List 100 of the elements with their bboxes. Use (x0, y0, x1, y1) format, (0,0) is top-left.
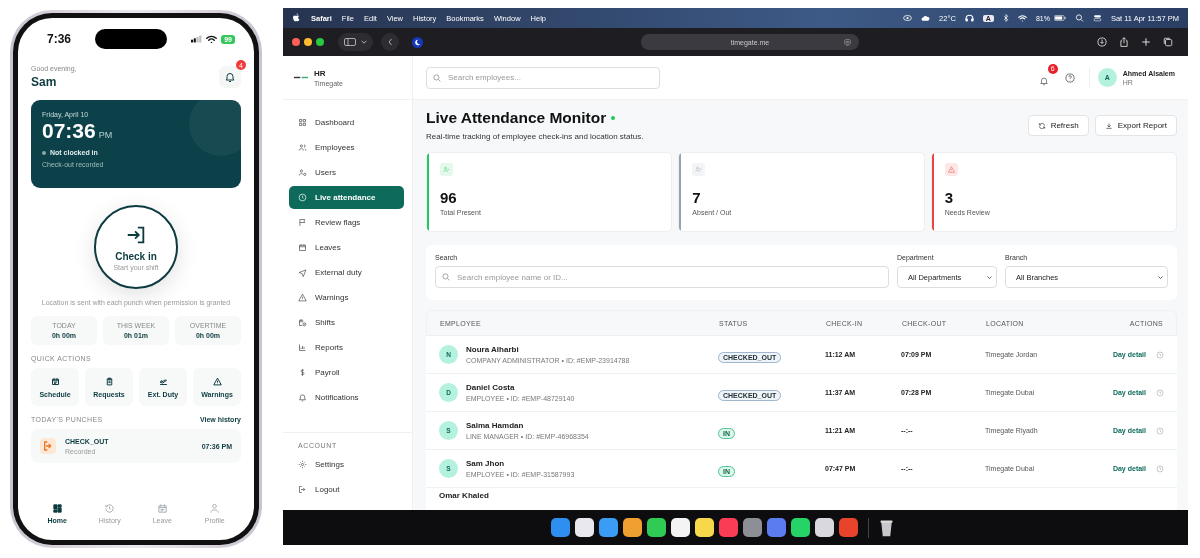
person-icon (209, 503, 221, 514)
nav-item[interactable]: Warnings (289, 286, 404, 309)
clock-period: PM (98, 130, 113, 140)
bar-chart-icon (298, 343, 307, 352)
refresh-button[interactable]: Refresh (1027, 115, 1089, 136)
calendar-clock-icon (298, 318, 307, 327)
employee-name: Salma Hamdan (466, 421, 525, 430)
apple-icon (292, 13, 301, 23)
wifi-icon (206, 35, 218, 43)
caret-icon (1158, 275, 1163, 279)
help-icon[interactable] (1064, 72, 1075, 83)
nav-item[interactable]: Notifications (289, 386, 404, 409)
nav-item[interactable]: Logout (289, 478, 404, 501)
export-button[interactable]: Export Report (1094, 115, 1177, 136)
nav-item[interactable]: Shifts (289, 311, 404, 334)
brand-title: HR (314, 68, 327, 78)
trash-icon[interactable] (878, 518, 894, 537)
nav-item[interactable]: Employees (289, 136, 404, 159)
user-x-icon (692, 163, 706, 176)
zoom-button[interactable] (316, 38, 324, 46)
user-icon (298, 168, 307, 177)
stat-value: 96 (440, 189, 458, 206)
user-name: Sam (31, 75, 58, 89)
sidebar-toggle-button[interactable] (338, 33, 373, 51)
flag-icon (298, 218, 307, 227)
app-icon[interactable] (790, 518, 810, 537)
search-icon (433, 73, 441, 82)
settings-icon (298, 460, 307, 469)
clock-icon (298, 193, 307, 202)
bluetooth-icon (1002, 14, 1009, 22)
app-icon[interactable] (814, 518, 834, 537)
warning-icon (944, 163, 958, 176)
app-icon[interactable] (742, 518, 762, 537)
caret-icon (361, 40, 367, 44)
employee-name: Daniel Costa (466, 383, 516, 392)
status-time: 7:36 (47, 32, 72, 46)
plane-icon (298, 268, 307, 277)
bell-icon (298, 393, 307, 402)
employee-name: Sam Jhon (466, 459, 506, 468)
nav-item[interactable]: Review flags (289, 211, 404, 234)
bell-icon[interactable] (224, 71, 236, 83)
dollar-icon (298, 368, 307, 377)
app-icon[interactable] (550, 518, 570, 537)
nav-item[interactable]: Live attendance (289, 186, 404, 209)
back-button[interactable] (381, 33, 399, 51)
minimize-button[interactable] (304, 38, 312, 46)
grid-icon (51, 503, 63, 514)
warning-icon (298, 293, 307, 302)
battery-icon (1053, 15, 1066, 21)
logo-icon (294, 76, 308, 79)
logout-icon (40, 438, 56, 454)
nav-item[interactable]: Payroll (289, 361, 404, 384)
headphones-icon (964, 14, 974, 22)
signal-icon (191, 35, 203, 43)
app-icon[interactable] (694, 518, 714, 537)
history-icon (104, 503, 116, 514)
download-icon (1104, 121, 1113, 130)
app-icon[interactable] (598, 518, 618, 537)
search-icon (442, 273, 450, 281)
employee-name: Omar Khaled (439, 491, 489, 500)
search-icon (1074, 14, 1084, 22)
search-field[interactable]: Search employees... (426, 66, 660, 89)
nav-item[interactable]: Dashboard (289, 111, 404, 134)
nav-item[interactable]: Settings (289, 453, 404, 476)
calendar-icon (50, 376, 60, 386)
logout-icon (298, 485, 307, 494)
control-center-icon (1092, 14, 1102, 22)
page-subtitle: Real-time tracking of employee check-ins and location status. (426, 132, 644, 141)
tabs-icon[interactable] (1163, 37, 1173, 47)
people-icon (298, 143, 307, 152)
clock-time: 07:36 (42, 119, 96, 143)
plus-icon[interactable] (1141, 37, 1151, 47)
clipboard-icon (104, 376, 114, 386)
share-icon[interactable] (1119, 37, 1129, 47)
caret-icon (987, 275, 992, 279)
reader-icon (844, 38, 851, 46)
status-dot (42, 150, 46, 155)
sidebar-icon (344, 38, 356, 46)
nav-item[interactable]: External duty (289, 261, 404, 284)
nav-item[interactable]: Reports (289, 336, 404, 359)
moon-icon (412, 36, 423, 48)
grid-icon (298, 118, 307, 127)
eye-icon (903, 14, 913, 22)
back-icon (387, 38, 393, 46)
stat-value: 7 (692, 189, 702, 206)
app-icon[interactable] (646, 518, 666, 537)
plane-icon (158, 376, 168, 386)
employee-name: Noura Alharbi (466, 345, 520, 354)
warning-icon (212, 376, 222, 386)
app-icon[interactable] (670, 518, 690, 537)
wifi-icon (1017, 14, 1027, 22)
nav-item[interactable]: Users (289, 161, 404, 184)
app-icon[interactable] (622, 518, 642, 537)
nav-item[interactable]: Leaves (289, 236, 404, 259)
search-field[interactable]: Search employee name or ID... (435, 266, 889, 288)
app-icon[interactable] (574, 518, 594, 537)
user-check-icon (440, 163, 453, 176)
cloud-icon (921, 14, 931, 22)
download-icon[interactable] (1097, 37, 1107, 47)
close-button[interactable] (292, 38, 300, 46)
